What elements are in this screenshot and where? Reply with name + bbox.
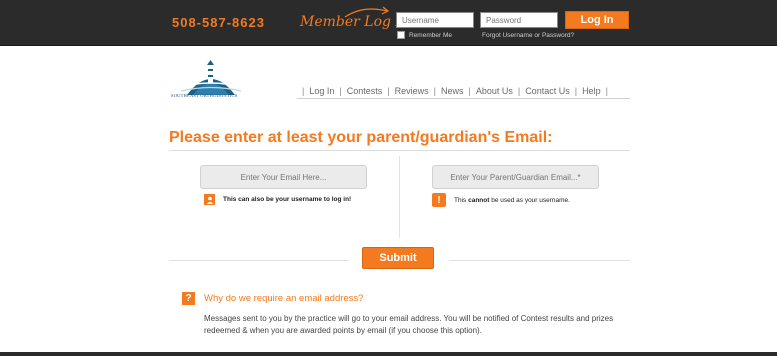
nav-item-log-in[interactable]: Log In <box>309 86 334 96</box>
bottom-bar <box>0 352 777 356</box>
faq-question: Why do we require an email address? <box>204 293 364 304</box>
cannot-note-text: This cannot be used as your username. <box>454 197 570 204</box>
remember-me-label: Remember Me <box>409 31 452 39</box>
login-button[interactable]: Log In <box>565 11 629 29</box>
password-input[interactable] <box>480 12 558 28</box>
nav-item-news[interactable]: News <box>441 86 464 96</box>
nav-separator: | <box>574 86 578 96</box>
parent-email-input[interactable] <box>432 165 599 189</box>
nav-separator: | <box>468 86 471 96</box>
email-input[interactable] <box>200 165 367 189</box>
main-nav: | Log In | Contests | Reviews | News | A… <box>297 86 613 96</box>
nav-underline <box>297 98 630 99</box>
nav-item-help[interactable]: Help <box>582 86 601 96</box>
submit-divider-right <box>449 260 630 261</box>
curved-arrow-icon <box>344 6 390 18</box>
logo-text: SOUTHEAST ORTHODONTICS <box>171 93 238 98</box>
nav-separator: | <box>433 86 436 96</box>
forgot-password-link[interactable]: Forgot Username or Password? <box>482 32 574 39</box>
username-note-text: This can also be your username to log in… <box>223 196 352 203</box>
faq-answer: Messages sent to you by the practice wil… <box>204 314 614 335</box>
user-icon <box>204 194 215 205</box>
remember-me[interactable]: Remember Me <box>397 31 452 39</box>
username-note: This can also be your username to log in… <box>204 194 351 205</box>
submit-button[interactable]: Submit <box>362 247 434 269</box>
username-input[interactable] <box>396 12 474 28</box>
remember-me-checkbox[interactable] <box>397 31 405 39</box>
nav-item-about-us[interactable]: About Us <box>476 86 513 96</box>
cannot-note-post: be used as your username. <box>489 196 570 204</box>
cannot-note-bold: cannot <box>468 196 490 204</box>
nav-separator: | <box>517 86 521 96</box>
nav-item-contact-us[interactable]: Contact Us <box>525 86 570 96</box>
question-icon: ? <box>182 292 195 305</box>
nav-separator: | <box>605 86 608 96</box>
column-divider <box>399 156 400 238</box>
nav-separator: | <box>387 86 390 96</box>
top-bar: 508-587-8623 Member Log In Log In Rememb… <box>0 0 777 46</box>
cannot-username-note: ! This cannot be used as your username. <box>432 193 570 207</box>
nav-separator: | <box>339 86 342 96</box>
submit-divider-left <box>169 260 349 261</box>
nav-item-reviews[interactable]: Reviews <box>395 86 429 96</box>
heading-divider <box>169 150 630 151</box>
phone-number: 508-587-8623 <box>172 15 265 30</box>
warning-icon: ! <box>432 193 446 207</box>
cannot-note-pre: This <box>454 196 469 204</box>
nav-separator: | <box>302 86 305 96</box>
page-title: Please enter at least your parent/guardi… <box>169 129 553 146</box>
nav-item-contests[interactable]: Contests <box>347 86 383 96</box>
